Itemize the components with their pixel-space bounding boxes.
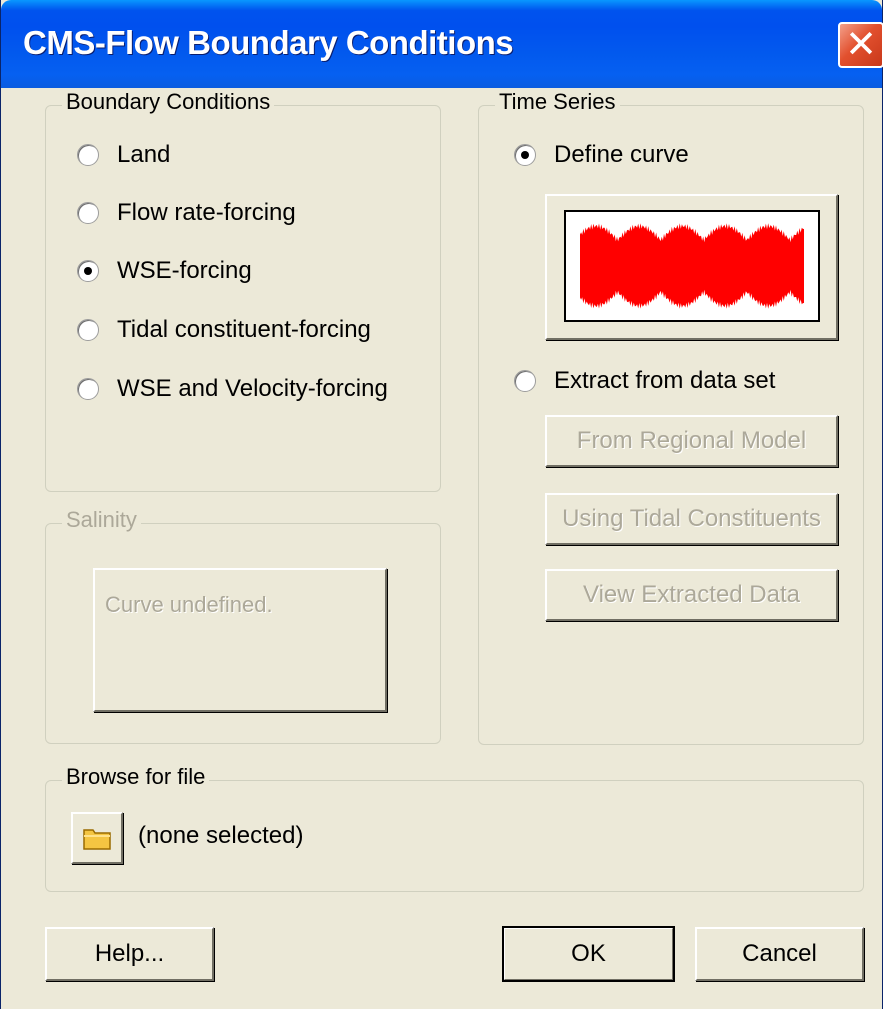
help-label: Help... bbox=[94, 940, 165, 967]
radio-label-flow-rate-forcing: Flow rate-forcing bbox=[117, 199, 296, 226]
radio-extract-from-data-set[interactable]: Extract from data set bbox=[514, 366, 775, 396]
boundary-conditions-title: Boundary Conditions bbox=[62, 89, 275, 115]
title-bar[interactable]: CMS-Flow Boundary Conditions ✕ bbox=[1, 0, 883, 88]
radio-wse-velocity-forcing[interactable]: WSE and Velocity-forcing bbox=[77, 374, 388, 404]
window-title: CMS-Flow Boundary Conditions bbox=[23, 24, 514, 61]
salinity-title: Salinity bbox=[62, 507, 141, 533]
ok-label: OK bbox=[571, 940, 606, 967]
cancel-label: Cancel bbox=[742, 940, 817, 967]
ok-button[interactable]: OK bbox=[502, 926, 675, 982]
help-button[interactable]: Help... bbox=[45, 927, 214, 981]
close-icon: ✕ bbox=[845, 22, 877, 66]
dialog-window: CMS-Flow Boundary Conditions ✕ Boundary … bbox=[0, 0, 883, 1009]
radio-button-define-curve[interactable] bbox=[514, 144, 536, 166]
radio-define-curve[interactable]: Define curve bbox=[514, 140, 689, 170]
folder-icon bbox=[83, 829, 111, 850]
radio-tidal-constituent-forcing[interactable]: Tidal constituent-forcing bbox=[77, 315, 371, 345]
radio-wse-forcing[interactable]: WSE-forcing bbox=[77, 256, 252, 286]
radio-label-wse-forcing: WSE-forcing bbox=[117, 257, 252, 284]
radio-label-extract-from-data-set: Extract from data set bbox=[554, 367, 776, 394]
from-regional-model-button[interactable]: From Regional Model bbox=[545, 415, 838, 467]
radio-button-tidal-constituent-forcing[interactable] bbox=[77, 319, 99, 341]
radio-label-define-curve: Define curve bbox=[554, 141, 689, 168]
time-series-title: Time Series bbox=[495, 89, 620, 115]
radio-selected-dot bbox=[521, 151, 529, 159]
radio-button-flow-rate-forcing[interactable] bbox=[77, 202, 99, 224]
radio-label-wse-velocity-forcing: WSE and Velocity-forcing bbox=[117, 375, 388, 402]
view-extracted-data-label: View Extracted Data bbox=[583, 581, 800, 608]
cancel-button[interactable]: Cancel bbox=[695, 927, 864, 981]
radio-button-land[interactable] bbox=[77, 144, 99, 166]
curve-preview-button[interactable] bbox=[545, 194, 838, 340]
radio-label-tidal-constituent-forcing: Tidal constituent-forcing bbox=[117, 316, 371, 343]
radio-selected-dot bbox=[84, 267, 92, 275]
radio-flow-rate-forcing[interactable]: Flow rate-forcing bbox=[77, 198, 296, 228]
using-tidal-constituents-label: Using Tidal Constituents bbox=[562, 505, 821, 532]
radio-button-wse-forcing[interactable] bbox=[77, 260, 99, 282]
curve-preview bbox=[564, 210, 820, 322]
radio-button-extract-from-data-set[interactable] bbox=[514, 370, 536, 392]
close-button[interactable]: ✕ bbox=[838, 22, 883, 68]
curve-plot bbox=[580, 223, 804, 309]
selected-file-label: (none selected) bbox=[138, 822, 304, 849]
curve-waveform bbox=[580, 223, 804, 309]
radio-label-land: Land bbox=[117, 141, 171, 168]
salinity-curve-label: Curve undefined. bbox=[105, 592, 273, 617]
browse-title: Browse for file bbox=[62, 764, 210, 790]
radio-button-wse-velocity-forcing[interactable] bbox=[77, 378, 99, 400]
view-extracted-data-button[interactable]: View Extracted Data bbox=[545, 569, 838, 621]
radio-land[interactable]: Land bbox=[77, 140, 170, 170]
salinity-curve-button[interactable]: Curve undefined. bbox=[93, 568, 387, 712]
from-regional-model-label: From Regional Model bbox=[576, 427, 807, 454]
browse-button[interactable] bbox=[71, 812, 123, 864]
using-tidal-constituents-button[interactable]: Using Tidal Constituents bbox=[545, 493, 838, 545]
